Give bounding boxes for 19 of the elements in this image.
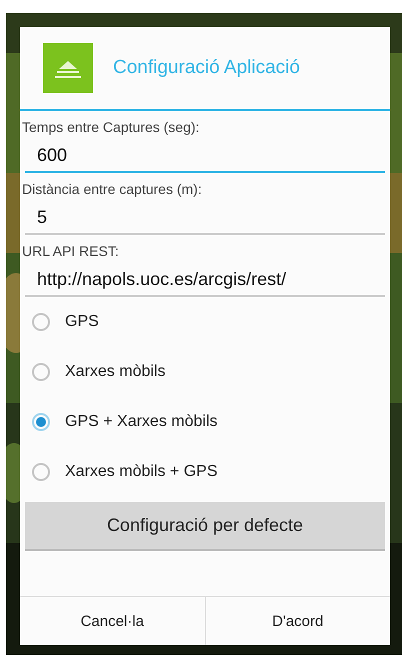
dialog-button[interactable]: Cancel·la [20,597,204,645]
radio-button[interactable] [32,363,50,381]
option-label[interactable]: Xarxes mòbils [65,363,166,381]
field-label: Temps entre Captures (seg): [22,119,200,135]
radio-button[interactable] [32,313,50,331]
default-settings-button[interactable]: Configuració per defecte [25,502,385,551]
radio-button[interactable] [32,413,50,431]
option-label[interactable]: Xarxes mòbils + GPS [65,463,218,481]
input-field[interactable]: 600 [25,141,385,173]
option-label[interactable]: GPS + Xarxes mòbils [65,413,218,431]
dialog-button[interactable]: D'acord [204,597,390,645]
field-label: URL API REST: [22,243,120,259]
input-field[interactable]: http://napols.uoc.es/arcgis/rest/ [25,265,385,297]
field-label: Distància entre captures (m): [22,181,203,197]
dialog-title: Configuració Aplicació [113,57,300,79]
input-field[interactable]: 5 [25,203,385,235]
radio-button[interactable] [32,463,50,481]
option-label[interactable]: GPS [65,313,99,331]
logo-icon [43,43,93,93]
